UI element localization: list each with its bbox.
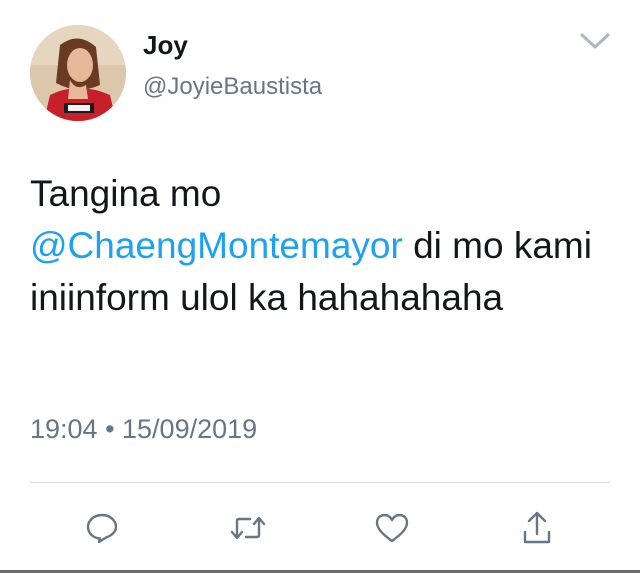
divider	[30, 482, 610, 483]
retweet-icon	[230, 516, 266, 540]
mention-link[interactable]: @ChaengMontemayor	[30, 225, 403, 266]
retweet-button[interactable]	[226, 506, 270, 550]
avatar[interactable]	[30, 25, 126, 121]
reply-button[interactable]	[80, 506, 124, 550]
tweet-timestamp[interactable]: 19:04 • 15/09/2019	[30, 414, 257, 445]
like-button[interactable]	[370, 506, 414, 550]
tweet-text: Tangina mo @ChaengMontemayor di mo kami i…	[30, 168, 620, 324]
share-button[interactable]	[515, 506, 559, 550]
speech-bubble-icon	[86, 513, 118, 544]
tweet-text-start: Tangina mo	[30, 173, 222, 214]
chevron-down-icon[interactable]	[578, 28, 612, 52]
heart-icon	[375, 513, 409, 543]
display-name[interactable]: Joy	[143, 30, 188, 61]
user-handle[interactable]: @JoyieBaustista	[143, 73, 322, 101]
avatar-photo	[30, 25, 126, 121]
share-icon	[523, 511, 551, 544]
